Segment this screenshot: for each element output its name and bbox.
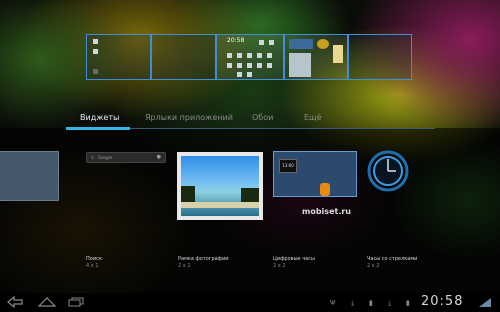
weather-widget-thumb [289, 39, 313, 49]
digital-clock-face: 13:00 [279, 159, 297, 173]
microphone-icon: ● [156, 154, 161, 160]
home-screen-5[interactable] [348, 34, 412, 80]
app-icon [267, 53, 272, 58]
gallery-widget-thumb [289, 53, 311, 77]
widget-label-analog-clock: Часы со стрелками [367, 256, 418, 262]
widget-size-digital-clock: 2 x 2 [273, 263, 286, 269]
home-screen-2[interactable] [151, 34, 216, 80]
search-icon: ⚲ [91, 155, 94, 160]
app-icon [237, 53, 242, 58]
widget-label-search: Поиск [86, 256, 102, 262]
watermark-logo-icon [320, 183, 330, 196]
widget-photo-frame-preview[interactable] [177, 152, 263, 220]
recent-apps-icon[interactable] [68, 297, 84, 307]
photo-landscape-image [181, 156, 259, 216]
home-screen-4[interactable] [284, 34, 348, 80]
tab-wallpapers[interactable]: Обои [252, 113, 273, 122]
tab-selected-indicator [66, 127, 130, 130]
home-icon[interactable] [37, 297, 57, 307]
app-icon [247, 53, 252, 58]
widget-size-photo-frame: 2 x 2 [178, 263, 191, 269]
usb-icon[interactable]: Ψ [330, 299, 336, 307]
wifi-icon [479, 298, 491, 307]
app-icon [267, 63, 272, 68]
tab-more[interactable]: Ещё [304, 113, 322, 122]
app-icon [93, 39, 98, 44]
widget-analog-clock-preview[interactable] [367, 150, 409, 192]
app-icon [237, 63, 242, 68]
app-icon [247, 63, 252, 68]
photo-trees [241, 188, 259, 202]
notes-widget-thumb [333, 45, 343, 63]
weather-sun-icon [317, 39, 329, 49]
widget-digital-clock-preview[interactable]: 13:00 [273, 151, 357, 197]
status-clock[interactable]: 20:58 [421, 294, 463, 309]
widget-size-search: 4 x 1 [86, 263, 99, 269]
home-screen-1[interactable] [86, 34, 151, 80]
app-icon [257, 63, 262, 68]
app-icon [247, 72, 252, 77]
widget-label-photo-frame: Рамка фотографии [178, 256, 229, 262]
download-icon[interactable]: ⤓ [351, 299, 357, 307]
app-icon [269, 40, 274, 45]
home-screen-3[interactable]: 20:58 [216, 34, 284, 80]
watermark-text: mobiset.ru [302, 207, 351, 216]
download-icon[interactable]: ⤓ [388, 299, 394, 307]
app-icon [227, 53, 232, 58]
tab-app-shortcuts[interactable]: Ярлыки приложений [145, 113, 233, 122]
app-icon [259, 40, 264, 45]
tab-widgets[interactable]: Виджеты [80, 113, 119, 122]
battery-icon: ▮ [406, 299, 410, 307]
widget-label-digital-clock: Цифровые часы [273, 256, 315, 262]
back-icon[interactable] [6, 296, 24, 308]
widget-size-analog-clock: 2 x 2 [367, 263, 380, 269]
widget-search-preview[interactable]: ⚲ Google ● [86, 152, 166, 163]
app-icon [93, 49, 98, 54]
app-icon [257, 53, 262, 58]
battery-icon: ▮ [369, 299, 373, 307]
app-icon [237, 72, 242, 77]
widget-partial-left[interactable] [0, 151, 59, 201]
search-hint: Google [98, 155, 113, 160]
app-icon [93, 69, 98, 74]
app-icon [227, 63, 232, 68]
photo-shore [181, 202, 259, 208]
preview-clock: 20:58 [227, 37, 245, 44]
